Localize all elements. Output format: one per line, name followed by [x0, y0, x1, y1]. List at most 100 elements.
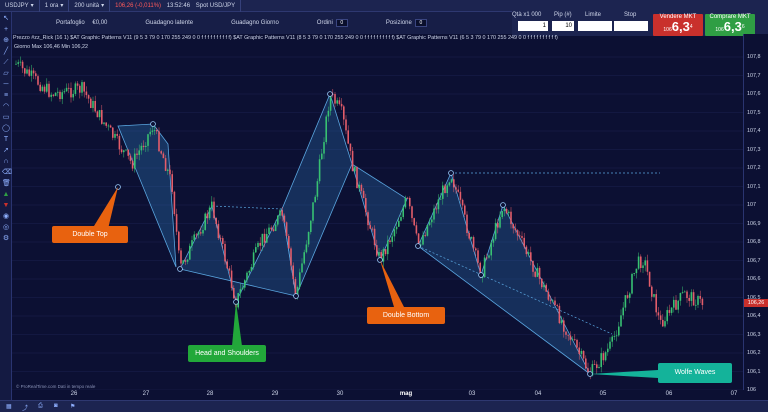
timeframe-selector[interactable]: 1 ora ▾ [40, 0, 70, 12]
candle-body [206, 213, 209, 219]
limit-input[interactable] [578, 21, 612, 31]
rectangle-icon[interactable]: ▭ [2, 114, 10, 122]
line-icon[interactable]: ╱ [2, 48, 10, 56]
candle-body [175, 214, 178, 232]
trash-icon[interactable]: 🗑 [2, 180, 11, 188]
stop-input[interactable] [614, 21, 648, 31]
candle-body [125, 149, 127, 151]
eye-icon[interactable]: ◎ [2, 224, 10, 232]
candle-body [193, 234, 195, 241]
y-tick-label: 106,7 [747, 257, 761, 264]
candle-body [681, 292, 684, 293]
candle-body [356, 166, 358, 189]
x-tick-label: mag [399, 391, 413, 397]
candle-body [679, 292, 682, 301]
sell-market-button[interactable]: Vendere MKT 1066,34 [653, 14, 703, 36]
y-tick-label: 106 [747, 387, 756, 393]
trendline-icon[interactable]: ⟋ [2, 59, 10, 67]
candle-body [534, 271, 536, 277]
double-bottom-pattern [351, 163, 408, 262]
candle-body [486, 257, 488, 259]
horizontal-line-icon[interactable]: ─ [2, 81, 10, 89]
share-icon[interactable]: ⤴ [22, 403, 28, 412]
y-tick-label: 106,9 [747, 220, 761, 227]
candle-body [556, 304, 558, 306]
lock-icon[interactable]: ◉ [2, 213, 10, 221]
candle-body [131, 160, 134, 169]
units-selector[interactable]: 200 unità ▾ [69, 0, 111, 12]
qty-input[interactable]: 1 [518, 21, 548, 31]
candle-body [519, 235, 521, 237]
candle-body [431, 219, 433, 223]
candle-body [233, 287, 235, 299]
eraser-icon[interactable]: ⌫ [2, 169, 12, 177]
head-shoulders-label: Head and Shoulders [188, 345, 266, 362]
candle-body [54, 92, 57, 96]
candle-body [162, 153, 165, 159]
x-tick-label: 03 [468, 391, 476, 397]
time-axis[interactable]: 26 27 28 29 30 mag 03 04 05 06 07 [12, 390, 743, 400]
magnet-icon[interactable]: ∩ [2, 158, 10, 166]
candle-body [426, 224, 429, 236]
crosshair-icon[interactable]: + [2, 26, 10, 34]
candle-body [180, 250, 182, 264]
channel-icon[interactable]: ▱ [2, 70, 10, 78]
orders[interactable]: Ordini 0 [317, 19, 348, 27]
candle-body [604, 352, 607, 361]
x-tick-label: 30 [336, 391, 344, 397]
candle-body [565, 331, 567, 335]
candle-body [406, 197, 409, 199]
grid-icon[interactable]: ▦ [6, 403, 12, 410]
candle-body [195, 234, 198, 236]
settings-icon[interactable]: ⚙ [2, 235, 10, 243]
candle-body [552, 300, 554, 302]
units-label: 200 unità [74, 2, 100, 9]
candle-body [613, 336, 616, 337]
candle-body [343, 106, 345, 120]
candle-body [327, 110, 330, 117]
candle-body [646, 260, 649, 272]
buy-market-button[interactable]: Comprare MKT 1066,36 [705, 14, 755, 36]
portfolio: Portafoglio €0,00 [56, 20, 107, 26]
print-icon[interactable]: ⎙ [38, 403, 43, 410]
fibonacci-icon[interactable]: ≡ [2, 92, 10, 100]
candle-body [664, 321, 666, 327]
arrow-icon[interactable]: ➚ [2, 147, 10, 155]
cursor-icon[interactable]: ↖ [2, 15, 10, 23]
pivot-marker [293, 293, 299, 299]
zoom-icon[interactable]: ⊕ [2, 37, 10, 45]
candle-body [629, 293, 631, 298]
arc-icon[interactable]: ◠ [2, 103, 10, 111]
daily-gain: Guadagno Giorno [231, 20, 279, 26]
price-chart[interactable] [12, 34, 743, 390]
y-tick-label: 106,6 [747, 276, 761, 282]
candle-body [305, 244, 308, 253]
down-arrow-icon[interactable]: ▼ [2, 202, 10, 210]
candle-body [255, 247, 257, 253]
candle-body [281, 210, 283, 216]
candle-body [697, 296, 699, 305]
price-axis[interactable]: 107,8 107,7 107,6 107,5 107,4 107,3 107,2 107,1… [743, 34, 768, 393]
candle-body [468, 233, 470, 239]
camera-icon[interactable]: ◙ [54, 403, 58, 409]
candle-body [182, 260, 184, 264]
candle-body [442, 185, 444, 199]
y-tick-label: 106,8 [747, 239, 761, 245]
candle-body [164, 158, 167, 171]
candle-body [501, 211, 503, 218]
up-arrow-icon[interactable]: ▲ [2, 191, 10, 199]
candle-body [39, 84, 41, 91]
alert-icon[interactable]: ⚑ [70, 403, 75, 410]
candle-body [294, 279, 297, 295]
text-icon[interactable]: T [2, 136, 10, 144]
ellipse-icon[interactable]: ◯ [2, 125, 10, 133]
positions[interactable]: Posizione 0 [386, 19, 427, 27]
pips-input[interactable]: 10 [552, 21, 574, 31]
candle-body [274, 224, 277, 232]
candle-body [457, 189, 459, 192]
candle-body [437, 199, 440, 210]
portfolio-value: €0,00 [92, 20, 108, 26]
symbol-selector[interactable]: USDJPY ▾ [0, 0, 40, 12]
wolfe-waves-label: Wolfe Waves [658, 363, 732, 383]
candle-body [439, 198, 442, 200]
